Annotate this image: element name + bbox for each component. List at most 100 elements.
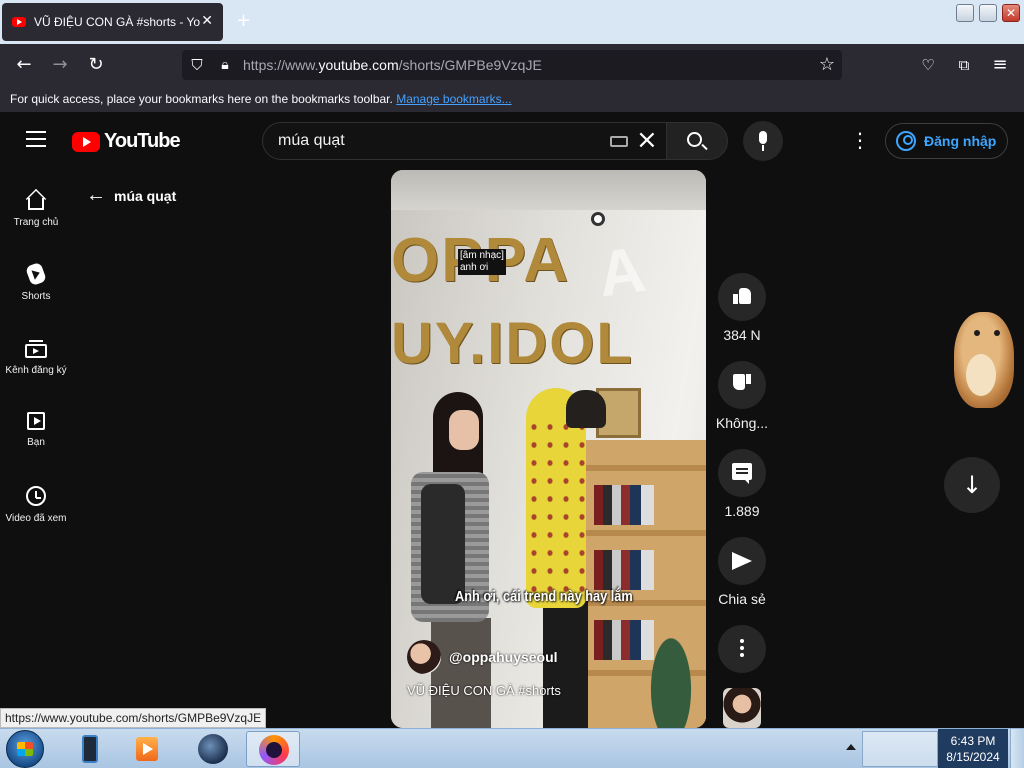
extensions-icon[interactable]: ⧉ <box>953 54 975 76</box>
hamster-sticker <box>936 306 1018 410</box>
url-prefix: https://www. <box>243 57 319 73</box>
video-overlay-text: Anh ơi, cái trend này hay lắm <box>455 588 633 605</box>
clear-search-icon[interactable]: × <box>636 127 658 153</box>
hamburger-menu-icon[interactable] <box>26 131 46 149</box>
url-domain: youtube.com <box>318 57 399 73</box>
home-icon <box>28 198 44 210</box>
media-player-icon <box>136 737 158 761</box>
show-desktop-button[interactable] <box>1010 729 1024 768</box>
menu-icon[interactable]: ≡ <box>989 54 1011 76</box>
subscriptions-icon <box>25 340 47 358</box>
tray-expand-icon[interactable] <box>846 744 856 750</box>
more-options-icon[interactable]: ⋮ <box>850 130 870 150</box>
bookmarks-message: For quick access, place your bookmarks h… <box>10 92 393 106</box>
voice-search-button[interactable] <box>743 121 783 161</box>
history-icon <box>26 486 46 506</box>
sidebar-item-label: Kênh đăng ký <box>5 365 67 376</box>
sidebar-item-subscriptions[interactable]: Kênh đăng ký <box>0 338 72 376</box>
bookmarks-toolbar: For quick access, place your bookmarks h… <box>0 86 1024 112</box>
youtube-play-icon <box>72 131 100 152</box>
share-button[interactable] <box>718 537 766 585</box>
security-camera <box>591 212 605 226</box>
browser-tab[interactable]: VŨ ĐIỆU CON GÀ #shorts - You ✕ <box>2 3 223 41</box>
microphone-icon <box>759 131 767 144</box>
search-icon <box>687 132 702 147</box>
firefox-icon <box>259 735 289 765</box>
arrow-down-icon: ↓ <box>961 471 983 499</box>
tab-close-icon[interactable]: ✕ <box>201 13 213 29</box>
thumbs-down-icon <box>733 374 751 392</box>
channel-name[interactable]: @oppahuyseoul <box>449 649 558 665</box>
next-video-button[interactable]: ↓ <box>944 457 1000 513</box>
manage-bookmarks-link[interactable]: Manage bookmarks... <box>396 92 511 106</box>
thumbs-up-icon <box>733 286 751 304</box>
dislike-label: Không... <box>715 415 769 431</box>
sign-in-label: Đăng nhập <box>924 133 997 149</box>
clock-date: 8/15/2024 <box>946 750 1000 764</box>
plant <box>636 600 706 728</box>
reload-icon[interactable]: ↻ <box>85 54 107 76</box>
globe-app-icon <box>198 734 228 764</box>
caption-line: [âm nhạc] <box>460 250 504 261</box>
notification-tray[interactable] <box>862 731 938 767</box>
comment-icon <box>732 463 752 484</box>
wall-sign-line2: UY.IDOL <box>391 311 634 376</box>
taskbar-app-globe[interactable] <box>186 731 240 767</box>
share-icon <box>732 552 752 570</box>
phone-app-icon <box>82 735 98 763</box>
you-icon <box>27 412 45 430</box>
like-count: 384 N <box>723 327 761 343</box>
taskbar-app-media[interactable] <box>120 731 174 767</box>
share-label: Chia sẻ <box>718 591 766 607</box>
back-arrow-icon[interactable]: ← <box>86 184 106 207</box>
url-text[interactable]: https://www.youtube.com/shorts/GMPBe9Vzq… <box>243 57 542 73</box>
window-close-button[interactable]: ✕ <box>1002 4 1020 22</box>
sidebar-item-label: Video đã xem <box>5 513 67 524</box>
sidebar-item-you[interactable]: Bạn <box>0 412 72 448</box>
user-icon <box>896 131 916 151</box>
clock-time: 6:43 PM <box>950 734 996 748</box>
shield-icon[interactable]: ⛉ <box>186 54 208 76</box>
restore-button[interactable] <box>979 4 997 22</box>
channel-row[interactable]: @oppahuyseoul <box>407 640 558 674</box>
clock[interactable]: 6:43 PM 8/15/2024 <box>940 733 1006 765</box>
keyboard-icon[interactable] <box>610 136 628 147</box>
video-title[interactable]: VŨ ĐIỆU CON GÀ #shorts <box>407 683 561 698</box>
url-path: /shorts/GMPBe9VzqJE <box>398 57 542 73</box>
sidebar-item-label: Trang chủ <box>13 217 59 228</box>
youtube-wordmark: YouTube <box>104 130 181 152</box>
sign-in-button[interactable]: Đăng nhập <box>885 123 1008 159</box>
lock-icon[interactable]: 🔒︎ <box>214 54 236 76</box>
start-button[interactable] <box>6 730 44 768</box>
sidebar-item-shorts[interactable]: Shorts <box>0 261 72 302</box>
back-arrow-icon[interactable]: ← <box>13 54 35 76</box>
youtube-favicon-icon <box>12 17 26 27</box>
search-input-value[interactable]: múa quạt <box>278 132 345 150</box>
more-actions-button[interactable] <box>718 625 766 673</box>
pocket-icon[interactable]: ♡ <box>917 54 939 76</box>
tab-title: VŨ ĐIỆU CON GÀ #shorts - You <box>34 15 200 29</box>
caption-line: anh ơi <box>460 262 489 273</box>
forward-arrow-icon[interactable]: → <box>49 54 71 76</box>
bookmark-star-icon[interactable]: ☆ <box>816 54 838 76</box>
sidebar-item-home[interactable]: Trang chủ <box>0 190 72 228</box>
sidebar-item-history[interactable]: Video đã xem <box>0 486 72 524</box>
new-tab-button[interactable]: + <box>236 10 251 31</box>
sidebar-item-label: Shorts <box>21 291 51 302</box>
comments-button[interactable] <box>718 449 766 497</box>
person-man <box>511 388 611 728</box>
back-to-search[interactable]: ← múa quạt <box>86 184 176 207</box>
status-bar-url: https://www.youtube.com/shorts/GMPBe9Vzq… <box>0 708 267 728</box>
taskbar-app-firefox[interactable] <box>246 731 300 767</box>
like-button[interactable] <box>718 273 766 321</box>
youtube-logo[interactable]: YouTube <box>72 130 181 153</box>
vertical-dots-icon <box>740 639 744 643</box>
minimize-button[interactable] <box>956 4 974 22</box>
dislike-button[interactable] <box>718 361 766 409</box>
search-button[interactable] <box>666 122 728 160</box>
taskbar-app-phone[interactable] <box>62 731 116 767</box>
caption-box: [âm nhạc] anh ơi <box>458 249 506 275</box>
person-woman <box>411 392 491 728</box>
sound-thumbnail[interactable] <box>723 688 761 728</box>
channel-avatar[interactable] <box>407 640 441 674</box>
